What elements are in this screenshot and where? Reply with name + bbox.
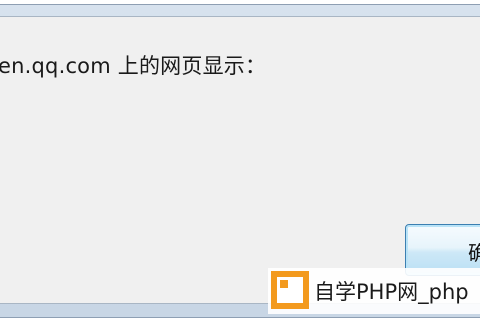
dialog-body: en.qq.com 上的网页显示： 确 [0, 16, 480, 304]
watermark-text: 自学PHP网_php [314, 280, 469, 304]
watermark: 自学PHP网_php [268, 268, 480, 314]
ok-button-label: 确 [468, 241, 480, 265]
dialog-message: en.qq.com 上的网页显示： [0, 54, 267, 78]
watermark-logo-icon [271, 271, 309, 309]
screenshot: en.qq.com 上的网页显示： 确 自学PHP网_php [0, 0, 480, 320]
